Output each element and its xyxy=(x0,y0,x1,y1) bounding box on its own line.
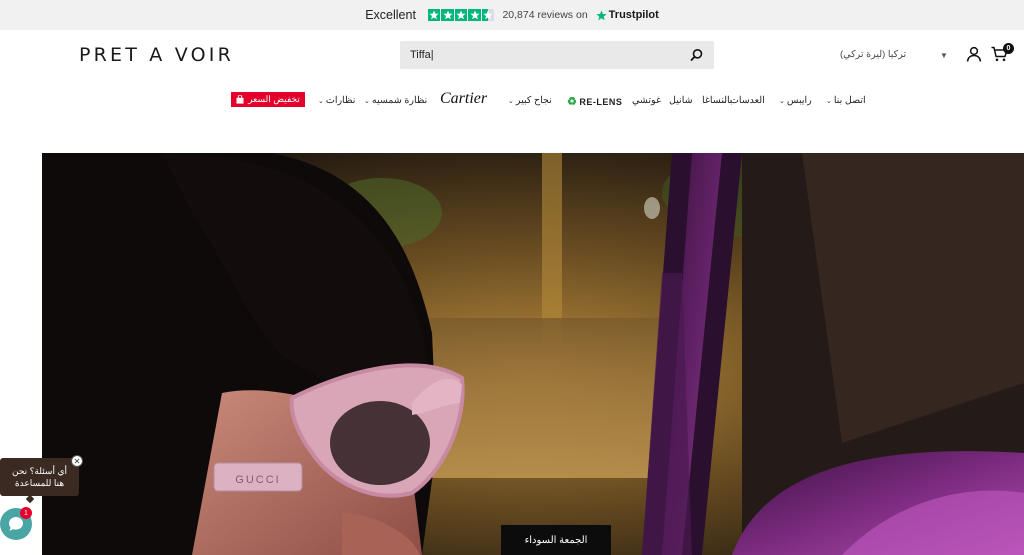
currency-selector[interactable]: تركيا (ليرة تركي) xyxy=(840,49,906,60)
star-icon xyxy=(468,8,481,22)
cart-count-badge: 0 xyxy=(1003,43,1014,54)
chevron-down-icon: ⌄ xyxy=(318,97,324,105)
nav-item-cartier[interactable]: Cartier xyxy=(440,90,487,108)
rating-stars xyxy=(427,8,495,22)
chevron-down-icon: ⌄ xyxy=(508,97,514,105)
trustpilot-star-icon xyxy=(596,10,607,20)
star-icon xyxy=(441,8,454,22)
chevron-down-icon: ⌄ xyxy=(779,97,785,105)
chevron-down-icon: ⌄ xyxy=(364,97,370,105)
trustpilot-bar[interactable]: Excellent 20,874 reviews on Trustpilot xyxy=(0,0,1024,30)
nav-item-contact[interactable]: ⌄ اتصل بنا xyxy=(826,95,866,106)
black-friday-button[interactable]: الجمعة السوداء xyxy=(501,525,611,555)
search-input[interactable] xyxy=(410,49,690,61)
half-star-icon xyxy=(481,8,495,22)
search-icon[interactable] xyxy=(690,48,704,62)
search-box[interactable] xyxy=(400,41,714,69)
nav-item-balenciaga[interactable]: بالنساغا xyxy=(702,95,733,106)
shopping-bag-icon xyxy=(236,95,244,104)
site-header: PRET A VOIR تركيا (ليرة تركي) ▼ 0 xyxy=(0,30,1024,85)
star-icon xyxy=(427,8,441,22)
hero-image: GUCCI xyxy=(42,153,1024,555)
rating-text: Excellent xyxy=(365,8,416,22)
recycle-icon: ♻ xyxy=(567,96,578,108)
nav-item-relens[interactable]: ♻ RE-LENS xyxy=(567,95,622,108)
nav-item-gucci[interactable]: غوتشي xyxy=(632,95,661,106)
sale-button[interactable]: تخفيض السعر xyxy=(231,92,305,107)
nav-item-eyeglasses[interactable]: ⌄ نظارات xyxy=(318,95,355,106)
chat-unread-badge: 1 xyxy=(20,507,32,519)
trustpilot-logo: Trustpilot xyxy=(596,9,659,21)
site-logo[interactable]: PRET A VOIR xyxy=(79,44,234,66)
caret-down-icon[interactable]: ▼ xyxy=(940,51,948,60)
account-icon[interactable] xyxy=(966,46,982,62)
chat-bubble-tail xyxy=(25,494,35,504)
star-icon xyxy=(454,8,468,22)
nav-item-rayban[interactable]: ⌄ رايبس xyxy=(779,95,812,106)
nav-item-bestsellers[interactable]: ⌄ نجاح كبير xyxy=(508,95,552,106)
reviews-count: 20,874 reviews on xyxy=(502,9,588,21)
hero-banner[interactable]: GUCCI xyxy=(42,153,1024,555)
nav-item-chanel[interactable]: شانيل xyxy=(669,95,693,106)
nav-item-sunglasses[interactable]: ⌄ نظارة شمسيه xyxy=(364,95,427,106)
chevron-down-icon: ⌄ xyxy=(826,97,832,105)
chat-prompt-bubble[interactable]: أي أسئلة؟ نحن هنا للمساعدة xyxy=(0,458,79,496)
svg-text:GUCCI: GUCCI xyxy=(235,474,280,486)
trustpilot-brand: Trustpilot xyxy=(608,9,659,21)
close-icon[interactable]: ✕ xyxy=(71,455,83,467)
main-nav: ⌄ اتصل بنا ⌄ رايبس ⌄ العدسات بالنساغا شانيل… xyxy=(0,88,1024,112)
